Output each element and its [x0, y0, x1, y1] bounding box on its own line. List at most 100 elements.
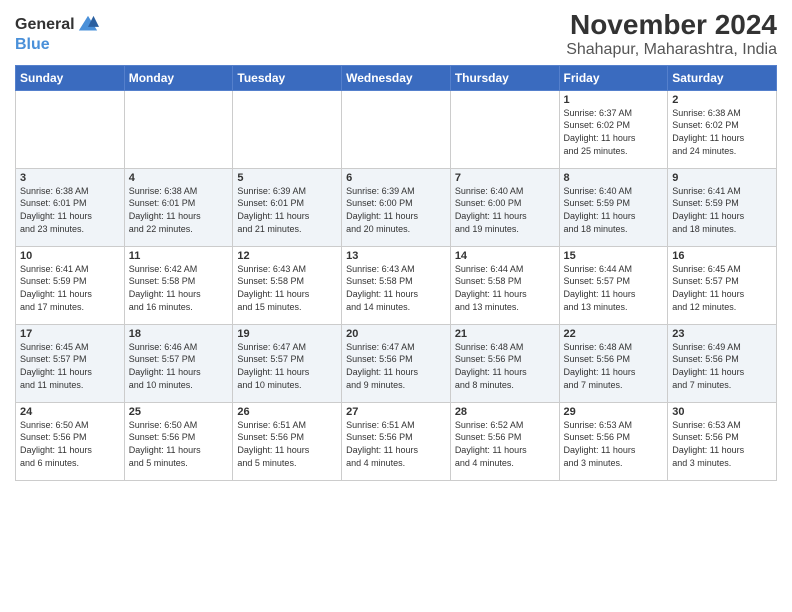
day-number: 12: [237, 250, 337, 262]
calendar-cell: 25Sunrise: 6:50 AM Sunset: 5:56 PM Dayli…: [124, 402, 233, 480]
calendar-cell: 29Sunrise: 6:53 AM Sunset: 5:56 PM Dayli…: [559, 402, 668, 480]
calendar-cell: [124, 90, 233, 168]
day-info: Sunrise: 6:49 AM Sunset: 5:56 PM Dayligh…: [672, 341, 772, 391]
calendar-cell: 17Sunrise: 6:45 AM Sunset: 5:57 PM Dayli…: [16, 324, 125, 402]
day-info: Sunrise: 6:50 AM Sunset: 5:56 PM Dayligh…: [20, 419, 120, 469]
day-info: Sunrise: 6:42 AM Sunset: 5:58 PM Dayligh…: [129, 263, 229, 313]
calendar-cell: 24Sunrise: 6:50 AM Sunset: 5:56 PM Dayli…: [16, 402, 125, 480]
day-number: 27: [346, 406, 446, 418]
calendar-header: SundayMondayTuesdayWednesdayThursdayFrid…: [16, 65, 777, 90]
calendar-cell: 13Sunrise: 6:43 AM Sunset: 5:58 PM Dayli…: [342, 246, 451, 324]
day-info: Sunrise: 6:48 AM Sunset: 5:56 PM Dayligh…: [455, 341, 555, 391]
day-info: Sunrise: 6:45 AM Sunset: 5:57 PM Dayligh…: [672, 263, 772, 313]
day-number: 2: [672, 94, 772, 106]
calendar-cell: 16Sunrise: 6:45 AM Sunset: 5:57 PM Dayli…: [668, 246, 777, 324]
day-info: Sunrise: 6:50 AM Sunset: 5:56 PM Dayligh…: [129, 419, 229, 469]
day-number: 9: [672, 172, 772, 184]
day-info: Sunrise: 6:39 AM Sunset: 6:00 PM Dayligh…: [346, 185, 446, 235]
day-info: Sunrise: 6:51 AM Sunset: 5:56 PM Dayligh…: [237, 419, 337, 469]
day-info: Sunrise: 6:40 AM Sunset: 5:59 PM Dayligh…: [564, 185, 664, 235]
calendar-table: SundayMondayTuesdayWednesdayThursdayFrid…: [15, 65, 777, 481]
calendar-cell: 20Sunrise: 6:47 AM Sunset: 5:56 PM Dayli…: [342, 324, 451, 402]
day-number: 21: [455, 328, 555, 340]
day-info: Sunrise: 6:41 AM Sunset: 5:59 PM Dayligh…: [672, 185, 772, 235]
day-number: 26: [237, 406, 337, 418]
day-number: 15: [564, 250, 664, 262]
calendar-cell: 3Sunrise: 6:38 AM Sunset: 6:01 PM Daylig…: [16, 168, 125, 246]
day-number: 22: [564, 328, 664, 340]
day-number: 7: [455, 172, 555, 184]
calendar-cell: [16, 90, 125, 168]
day-number: 11: [129, 250, 229, 262]
week-row-1: 1Sunrise: 6:37 AM Sunset: 6:02 PM Daylig…: [16, 90, 777, 168]
calendar-cell: 11Sunrise: 6:42 AM Sunset: 5:58 PM Dayli…: [124, 246, 233, 324]
day-number: 1: [564, 94, 664, 106]
calendar-cell: 1Sunrise: 6:37 AM Sunset: 6:02 PM Daylig…: [559, 90, 668, 168]
day-info: Sunrise: 6:44 AM Sunset: 5:58 PM Dayligh…: [455, 263, 555, 313]
title-block: November 2024 Shahapur, Maharashtra, Ind…: [566, 10, 777, 59]
calendar-cell: 5Sunrise: 6:39 AM Sunset: 6:01 PM Daylig…: [233, 168, 342, 246]
day-number: 20: [346, 328, 446, 340]
day-info: Sunrise: 6:43 AM Sunset: 5:58 PM Dayligh…: [237, 263, 337, 313]
day-number: 4: [129, 172, 229, 184]
day-info: Sunrise: 6:39 AM Sunset: 6:01 PM Dayligh…: [237, 185, 337, 235]
day-number: 8: [564, 172, 664, 184]
calendar-cell: 23Sunrise: 6:49 AM Sunset: 5:56 PM Dayli…: [668, 324, 777, 402]
calendar-cell: 26Sunrise: 6:51 AM Sunset: 5:56 PM Dayli…: [233, 402, 342, 480]
calendar-cell: [233, 90, 342, 168]
day-number: 19: [237, 328, 337, 340]
logo-icon: [77, 14, 99, 36]
day-info: Sunrise: 6:47 AM Sunset: 5:56 PM Dayligh…: [346, 341, 446, 391]
col-header-saturday: Saturday: [668, 65, 777, 90]
day-number: 13: [346, 250, 446, 262]
calendar-cell: 15Sunrise: 6:44 AM Sunset: 5:57 PM Dayli…: [559, 246, 668, 324]
calendar-cell: 30Sunrise: 6:53 AM Sunset: 5:56 PM Dayli…: [668, 402, 777, 480]
calendar-cell: 18Sunrise: 6:46 AM Sunset: 5:57 PM Dayli…: [124, 324, 233, 402]
calendar-cell: 9Sunrise: 6:41 AM Sunset: 5:59 PM Daylig…: [668, 168, 777, 246]
day-info: Sunrise: 6:48 AM Sunset: 5:56 PM Dayligh…: [564, 341, 664, 391]
week-row-2: 3Sunrise: 6:38 AM Sunset: 6:01 PM Daylig…: [16, 168, 777, 246]
day-number: 3: [20, 172, 120, 184]
day-number: 30: [672, 406, 772, 418]
day-info: Sunrise: 6:47 AM Sunset: 5:57 PM Dayligh…: [237, 341, 337, 391]
day-info: Sunrise: 6:43 AM Sunset: 5:58 PM Dayligh…: [346, 263, 446, 313]
col-header-sunday: Sunday: [16, 65, 125, 90]
week-row-3: 10Sunrise: 6:41 AM Sunset: 5:59 PM Dayli…: [16, 246, 777, 324]
day-number: 28: [455, 406, 555, 418]
month-title: November 2024: [566, 10, 777, 41]
week-row-4: 17Sunrise: 6:45 AM Sunset: 5:57 PM Dayli…: [16, 324, 777, 402]
calendar-cell: [342, 90, 451, 168]
logo-general: General: [15, 16, 75, 34]
col-header-friday: Friday: [559, 65, 668, 90]
day-info: Sunrise: 6:38 AM Sunset: 6:01 PM Dayligh…: [129, 185, 229, 235]
day-info: Sunrise: 6:38 AM Sunset: 6:01 PM Dayligh…: [20, 185, 120, 235]
calendar-cell: 7Sunrise: 6:40 AM Sunset: 6:00 PM Daylig…: [450, 168, 559, 246]
col-header-thursday: Thursday: [450, 65, 559, 90]
logo-blue: Blue: [15, 36, 99, 54]
day-info: Sunrise: 6:44 AM Sunset: 5:57 PM Dayligh…: [564, 263, 664, 313]
day-info: Sunrise: 6:38 AM Sunset: 6:02 PM Dayligh…: [672, 107, 772, 157]
calendar-cell: 6Sunrise: 6:39 AM Sunset: 6:00 PM Daylig…: [342, 168, 451, 246]
logo: General Blue: [15, 14, 99, 54]
day-info: Sunrise: 6:46 AM Sunset: 5:57 PM Dayligh…: [129, 341, 229, 391]
day-info: Sunrise: 6:51 AM Sunset: 5:56 PM Dayligh…: [346, 419, 446, 469]
day-info: Sunrise: 6:37 AM Sunset: 6:02 PM Dayligh…: [564, 107, 664, 157]
calendar-cell: 4Sunrise: 6:38 AM Sunset: 6:01 PM Daylig…: [124, 168, 233, 246]
day-number: 6: [346, 172, 446, 184]
day-info: Sunrise: 6:52 AM Sunset: 5:56 PM Dayligh…: [455, 419, 555, 469]
day-info: Sunrise: 6:53 AM Sunset: 5:56 PM Dayligh…: [672, 419, 772, 469]
col-header-wednesday: Wednesday: [342, 65, 451, 90]
day-info: Sunrise: 6:41 AM Sunset: 5:59 PM Dayligh…: [20, 263, 120, 313]
calendar-cell: 2Sunrise: 6:38 AM Sunset: 6:02 PM Daylig…: [668, 90, 777, 168]
calendar-cell: 14Sunrise: 6:44 AM Sunset: 5:58 PM Dayli…: [450, 246, 559, 324]
calendar-cell: 22Sunrise: 6:48 AM Sunset: 5:56 PM Dayli…: [559, 324, 668, 402]
day-number: 29: [564, 406, 664, 418]
day-info: Sunrise: 6:53 AM Sunset: 5:56 PM Dayligh…: [564, 419, 664, 469]
day-number: 25: [129, 406, 229, 418]
calendar-cell: 10Sunrise: 6:41 AM Sunset: 5:59 PM Dayli…: [16, 246, 125, 324]
day-number: 14: [455, 250, 555, 262]
day-number: 10: [20, 250, 120, 262]
day-number: 17: [20, 328, 120, 340]
day-number: 5: [237, 172, 337, 184]
calendar-cell: 28Sunrise: 6:52 AM Sunset: 5:56 PM Dayli…: [450, 402, 559, 480]
